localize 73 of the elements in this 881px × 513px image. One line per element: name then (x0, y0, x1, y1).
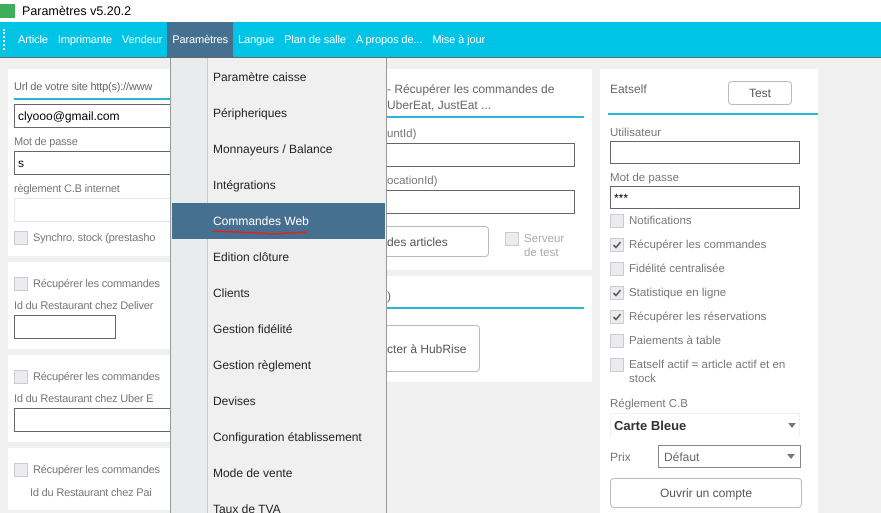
checkbox[interactable] (610, 214, 624, 228)
button[interactable]: cter à HubRise (387, 325, 480, 372)
caret-icon (788, 423, 796, 428)
checkmark-icon (612, 240, 622, 250)
menu-item[interactable]: Monnayeurs / Balance (172, 131, 385, 167)
text-field[interactable]: *** (610, 186, 800, 209)
test-button[interactable]: Test (728, 81, 792, 105)
checkbox[interactable] (610, 310, 624, 324)
dropdown[interactable]: Carte Bleue (610, 413, 800, 437)
field-label: untId) (387, 127, 418, 141)
text-field[interactable]: s (14, 151, 170, 175)
checkbox[interactable] (610, 238, 624, 252)
field-label: Prix (610, 450, 632, 464)
checkbox[interactable] (14, 370, 28, 384)
menu-item[interactable]: Gestion fidélité (172, 311, 385, 347)
menu-item[interactable]: Paramètre caisse (172, 59, 385, 95)
checkbox[interactable] (610, 334, 624, 348)
text-field[interactable] (610, 141, 800, 164)
field-label: Réglement C.B (610, 397, 689, 411)
field-label: Mot de passe (610, 171, 680, 185)
menu-item[interactable]: Commandes Web (172, 203, 385, 239)
menu-item[interactable]: Configuration établissement (172, 419, 385, 455)
text-field[interactable]: clyooo@gmail.com (14, 104, 170, 128)
text-field[interactable] (387, 143, 575, 167)
button[interactable]: Ouvrir un compte (610, 478, 802, 508)
field-label: Mot de passe (14, 135, 79, 149)
window-title: Paramètres v5.20.2 (22, 4, 132, 18)
grip-handle[interactable] (3, 29, 5, 50)
menu-item[interactable]: Edition clôture (172, 239, 385, 275)
menu-item[interactable]: Gestion règlement (172, 347, 385, 383)
menu-item[interactable]: Taux de TVA (172, 491, 385, 513)
panel-title: Eatself (610, 81, 647, 97)
checkbox-label[interactable]: Récupérer les commandes (33, 277, 160, 291)
checkbox-label[interactable]: Fidélité centralisée (629, 262, 725, 276)
field-label: Id du Restaurant chez Pai (29, 486, 153, 500)
checkbox[interactable] (610, 358, 624, 372)
field-label: Id du Restaurant chez Uber E (14, 392, 154, 406)
checkbox-label[interactable]: Statistique en ligne (629, 286, 726, 300)
checkbox-label[interactable]: Paiements à table (629, 334, 722, 348)
panel-title: - Récupérer les commandes de UberEat, JustEat ... (387, 81, 556, 113)
menu-item[interactable]: Clients (172, 275, 385, 311)
checkbox-label[interactable]: Récupérer les réservations (629, 310, 766, 324)
button[interactable]: des articles (387, 226, 489, 257)
app-icon (0, 4, 15, 18)
checkbox[interactable] (610, 262, 624, 276)
field-label: Id du Restaurant chez Deliver (14, 299, 154, 313)
menu-item[interactable]: Mode de vente (172, 455, 385, 491)
checkbox-label[interactable]: Récupérer les commandes (33, 370, 160, 384)
checkbox[interactable] (14, 277, 28, 291)
checkbox[interactable] (610, 286, 624, 300)
panel-title: Url de votre site http(s)://www (14, 80, 152, 95)
field-label: Utilisateur (610, 126, 662, 140)
caret-icon (787, 454, 795, 459)
field-label: règlement C.B internet (14, 182, 121, 196)
checkbox-label[interactable]: Récupérer les commandes (33, 463, 160, 477)
checkbox-label[interactable]: Notifications (629, 214, 692, 228)
dropdown[interactable]: Défaut (658, 445, 801, 468)
checkmark-icon (612, 288, 622, 298)
checkbox[interactable] (14, 463, 28, 477)
panel-title: ) (387, 288, 391, 304)
checkbox-label[interactable]: Récupérer les commandes (629, 238, 766, 252)
menu-item[interactable]: Devises (172, 383, 385, 419)
text-field[interactable] (14, 315, 116, 339)
checkbox-label[interactable]: Eatself actif = article actif et en stock (629, 358, 808, 386)
menu-item[interactable]: Intégrations (172, 167, 385, 203)
menu-item[interactable]: Paramètres (167, 22, 234, 57)
text-field[interactable] (387, 190, 575, 214)
checkbox[interactable] (14, 231, 28, 245)
checkmark-icon (612, 312, 622, 322)
menu-item[interactable]: Péripheriques (172, 95, 385, 131)
checkbox-label[interactable]: Synchro. stock (prestasho (33, 231, 156, 245)
text-field[interactable] (14, 408, 170, 432)
field-label: ocationId) (387, 174, 439, 188)
